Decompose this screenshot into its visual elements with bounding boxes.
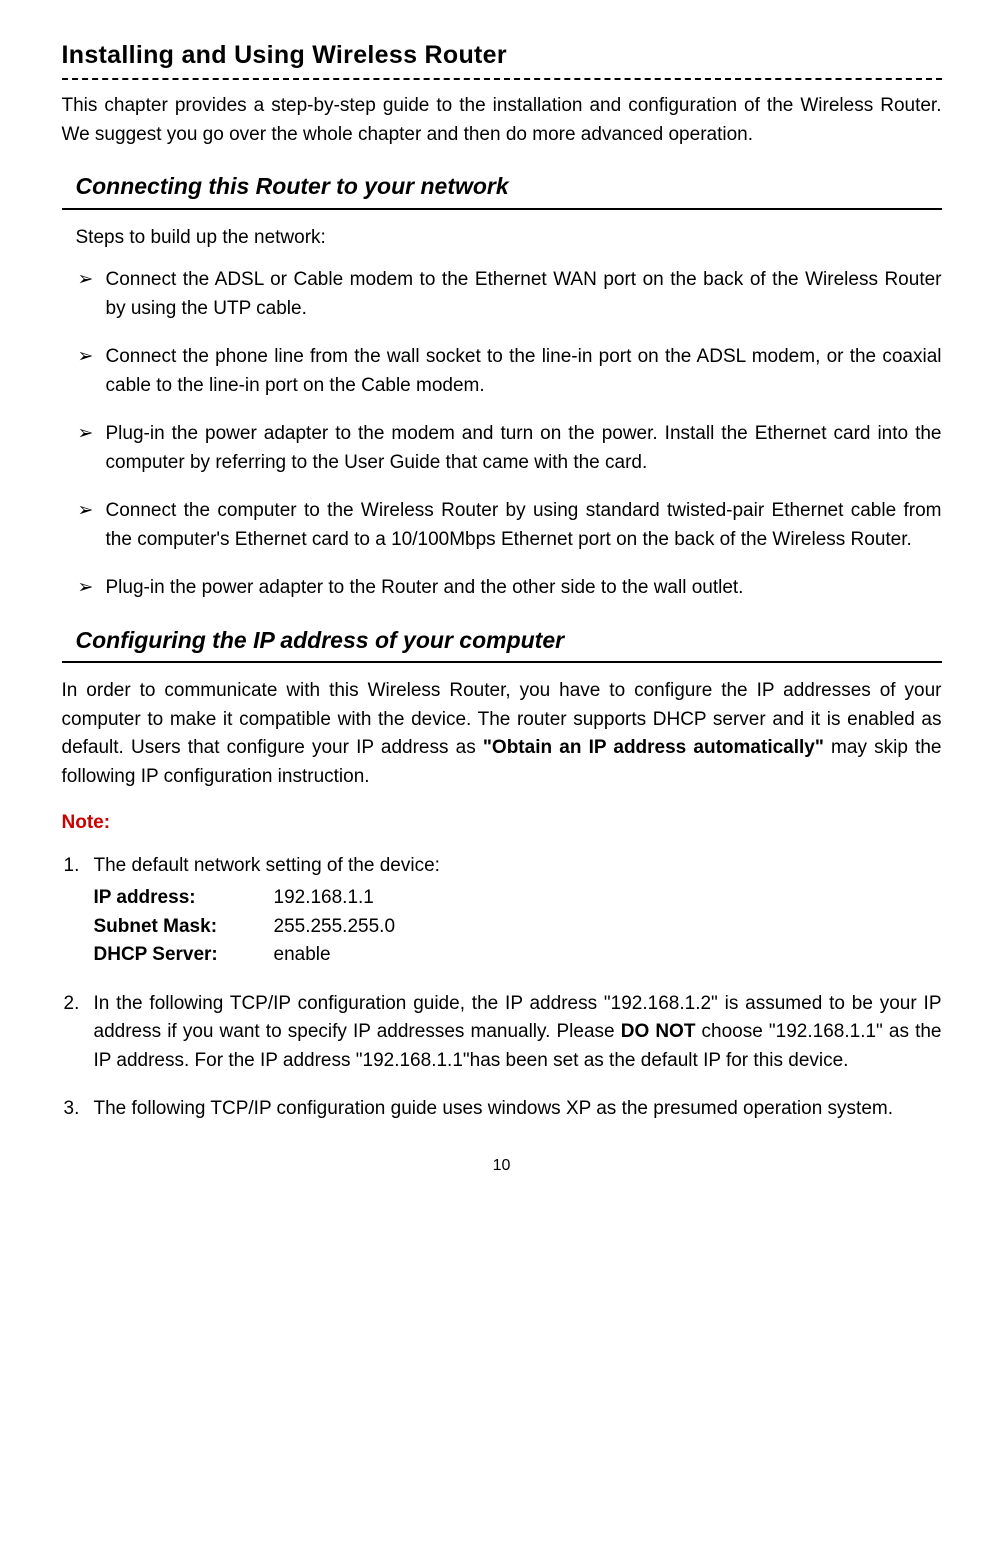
list-item: Plug-in the power adapter to the modem a… <box>76 420 942 477</box>
setting-row-dhcp: DHCP Server: enable <box>94 941 942 970</box>
subnet-mask-label: Subnet Mask: <box>94 913 274 942</box>
page-number: 10 <box>62 1154 942 1178</box>
subnet-mask-value: 255.255.255.0 <box>274 913 396 942</box>
setting-row-mask: Subnet Mask: 255.255.255.0 <box>94 913 942 942</box>
ip-address-value: 192.168.1.1 <box>274 884 374 913</box>
section-heading-connecting: Connecting this Router to your network <box>62 169 942 210</box>
ip-address-label: IP address: <box>94 884 274 913</box>
dhcp-server-value: enable <box>274 941 331 970</box>
ip-config-paragraph: In order to communicate with this Wirele… <box>62 677 942 791</box>
section-heading-configuring: Configuring the IP address of your compu… <box>62 623 942 664</box>
setting-row-ip: IP address: 192.168.1.1 <box>94 884 942 913</box>
note-label: Note: <box>62 809 942 838</box>
list-item: Plug-in the power adapter to the Router … <box>76 574 942 603</box>
default-settings: IP address: 192.168.1.1 Subnet Mask: 255… <box>94 884 942 970</box>
list-item: In the following TCP/IP configuration gu… <box>62 990 942 1076</box>
numbered-list: The default network setting of the devic… <box>62 852 942 1124</box>
item1-lead: The default network setting of the devic… <box>94 855 440 876</box>
list-item: Connect the phone line from the wall soc… <box>76 343 942 400</box>
list-item: Connect the computer to the Wireless Rou… <box>76 497 942 554</box>
list-item: The following TCP/IP configuration guide… <box>62 1095 942 1124</box>
para-bold: "Obtain an IP address automatically" <box>483 737 824 758</box>
intro-paragraph: This chapter provides a step-by-step gui… <box>62 92 942 149</box>
dhcp-server-label: DHCP Server: <box>94 941 274 970</box>
list-item: Connect the ADSL or Cable modem to the E… <box>76 266 942 323</box>
do-not-bold: DO NOT <box>621 1021 696 1042</box>
steps-list: Connect the ADSL or Cable modem to the E… <box>76 266 942 603</box>
page-title: Installing and Using Wireless Router <box>62 37 942 81</box>
list-item: The default network setting of the devic… <box>62 852 942 970</box>
steps-lead: Steps to build up the network: <box>76 224 942 253</box>
